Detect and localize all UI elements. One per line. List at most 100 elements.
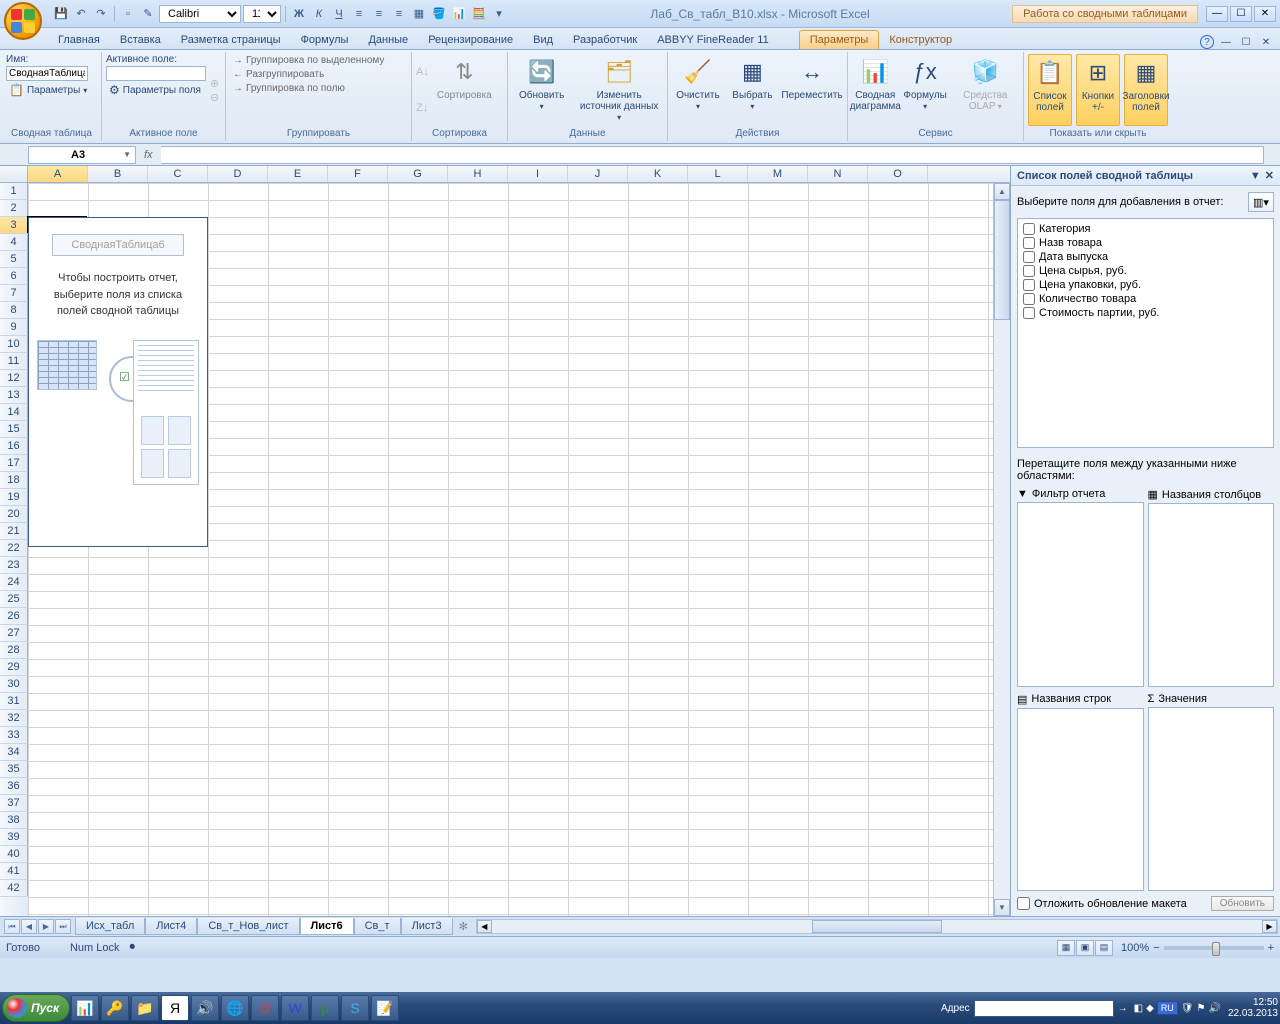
move-button[interactable]: ↔Переместить	[781, 54, 843, 126]
sheet-tab[interactable]: Лист4	[145, 918, 197, 935]
field-checkbox[interactable]	[1023, 223, 1035, 235]
macro-record-icon[interactable]: ⏺	[130, 941, 136, 954]
row-header[interactable]: 34	[0, 744, 28, 761]
task-sticky[interactable]: 📝	[371, 995, 399, 1021]
field-checkbox[interactable]	[1023, 237, 1035, 249]
row-header[interactable]: 39	[0, 829, 28, 846]
col-header[interactable]: J	[568, 166, 628, 182]
redo-icon[interactable]: ↷	[92, 5, 110, 23]
start-button[interactable]: Пуск	[2, 994, 70, 1022]
field-checkbox[interactable]	[1023, 251, 1035, 263]
headers-toggle[interactable]: ▦Заголовки полей	[1124, 54, 1168, 126]
row-header[interactable]: 40	[0, 846, 28, 863]
calc-icon[interactable]: 🧮	[470, 5, 488, 23]
tab-options[interactable]: Параметры	[799, 30, 880, 49]
row-header[interactable]: 15	[0, 421, 28, 438]
new-icon[interactable]: ▫	[119, 5, 137, 23]
tray-icon[interactable]: ⚑	[1197, 1003, 1206, 1014]
task-utorrent[interactable]: μ	[311, 995, 339, 1021]
sheet-tab[interactable]: Лист6	[300, 918, 354, 935]
row-header[interactable]: 8	[0, 302, 28, 319]
zone-filter[interactable]	[1017, 502, 1144, 687]
tab-data[interactable]: Данные	[358, 31, 418, 49]
row-header[interactable]: 21	[0, 523, 28, 540]
select-button[interactable]: ▦Выбрать	[728, 54, 777, 126]
col-header[interactable]: N	[808, 166, 868, 182]
task-access[interactable]: 🔑	[101, 995, 129, 1021]
tab-review[interactable]: Рецензирование	[418, 31, 523, 49]
help-icon[interactable]: ?	[1200, 35, 1214, 49]
field-checkbox[interactable]	[1023, 265, 1035, 277]
col-header[interactable]: I	[508, 166, 568, 182]
pivot-name-input[interactable]	[6, 66, 88, 81]
dropdown-icon[interactable]: ▼	[1250, 170, 1261, 182]
tray-icon[interactable]: 🔊	[1208, 1003, 1220, 1014]
name-box[interactable]: A3▼	[28, 146, 136, 164]
prev-sheet-icon[interactable]: ◀	[21, 919, 37, 934]
zoom-in-icon[interactable]: +	[1268, 942, 1274, 954]
tab-design[interactable]: Конструктор	[879, 31, 962, 49]
row-header[interactable]: 29	[0, 659, 28, 676]
sort-button[interactable]: ⇅ Сортировка	[433, 54, 496, 126]
row-header[interactable]: 14	[0, 404, 28, 421]
scroll-right-icon[interactable]: ▶	[1262, 920, 1277, 933]
col-header[interactable]: G	[388, 166, 448, 182]
task-yandex[interactable]: Я	[161, 995, 189, 1021]
tab-pagelayout[interactable]: Разметка страницы	[171, 31, 291, 49]
bold-icon[interactable]: Ж	[290, 5, 308, 23]
row-header[interactable]: 23	[0, 557, 28, 574]
save-icon[interactable]: 💾	[52, 5, 70, 23]
pivot-params-button[interactable]: 📋Параметры	[6, 82, 97, 98]
hscroll-thumb[interactable]	[812, 920, 942, 933]
scroll-down-icon[interactable]: ▼	[994, 899, 1010, 916]
row-header[interactable]: 16	[0, 438, 28, 455]
row-header[interactable]: 22	[0, 540, 28, 557]
zoom-out-icon[interactable]: −	[1153, 942, 1159, 954]
normal-view-icon[interactable]: ▦	[1057, 940, 1075, 956]
cell-grid[interactable]: СводнаяТаблица6 Чтобы построить отчет, в…	[28, 183, 993, 916]
row-header[interactable]: 25	[0, 591, 28, 608]
row-header[interactable]: 35	[0, 761, 28, 778]
fill-icon[interactable]: 🪣	[430, 5, 448, 23]
row-header[interactable]: 41	[0, 863, 28, 880]
close-button[interactable]: ✕	[1254, 6, 1276, 22]
row-header[interactable]: 19	[0, 489, 28, 506]
tray-icon[interactable]: ◧	[1134, 1003, 1143, 1014]
row-header[interactable]: 7	[0, 285, 28, 302]
zoom-slider[interactable]	[1164, 946, 1264, 950]
italic-icon[interactable]: К	[310, 5, 328, 23]
scroll-left-icon[interactable]: ◀	[477, 920, 492, 933]
defer-checkbox[interactable]	[1017, 897, 1030, 910]
vertical-scrollbar[interactable]: ▲ ▼	[993, 183, 1010, 916]
row-header[interactable]: 3	[0, 217, 28, 234]
brush-icon[interactable]: ✎	[139, 5, 157, 23]
field-item[interactable]: Стоимость партии, руб.	[1021, 306, 1270, 320]
buttons-toggle[interactable]: ⊞Кнопки +/-	[1076, 54, 1120, 126]
layout-options-button[interactable]: ▥▾	[1248, 192, 1274, 212]
doc-restore-icon[interactable]: ☐	[1238, 35, 1254, 49]
row-header[interactable]: 27	[0, 625, 28, 642]
doc-close-icon[interactable]: ✕	[1258, 35, 1274, 49]
row-header[interactable]: 24	[0, 574, 28, 591]
sheet-tab[interactable]: Лист3	[401, 918, 453, 935]
tab-view[interactable]: Вид	[523, 31, 563, 49]
language-indicator[interactable]: RU	[1157, 1001, 1178, 1015]
underline-icon[interactable]: Ч	[330, 5, 348, 23]
zone-values[interactable]	[1148, 707, 1275, 892]
task-chrome[interactable]: 🌐	[221, 995, 249, 1021]
row-header[interactable]: 20	[0, 506, 28, 523]
pivot-chart-button[interactable]: 📊Сводная диаграмма	[852, 54, 899, 126]
refresh-button[interactable]: 🔄 Обновить	[512, 54, 571, 126]
scroll-thumb[interactable]	[994, 200, 1010, 320]
col-header[interactable]: F	[328, 166, 388, 182]
col-header[interactable]: H	[448, 166, 508, 182]
active-field-input[interactable]	[106, 66, 206, 81]
field-item[interactable]: Цена сырья, руб.	[1021, 264, 1270, 278]
tab-abbyy[interactable]: ABBYY FineReader 11	[647, 31, 779, 49]
font-size-select[interactable]: 11	[243, 5, 281, 23]
row-header[interactable]: 33	[0, 727, 28, 744]
col-header[interactable]: K	[628, 166, 688, 182]
row-header[interactable]: 9	[0, 319, 28, 336]
minimize-button[interactable]: —	[1206, 6, 1228, 22]
row-header[interactable]: 36	[0, 778, 28, 795]
